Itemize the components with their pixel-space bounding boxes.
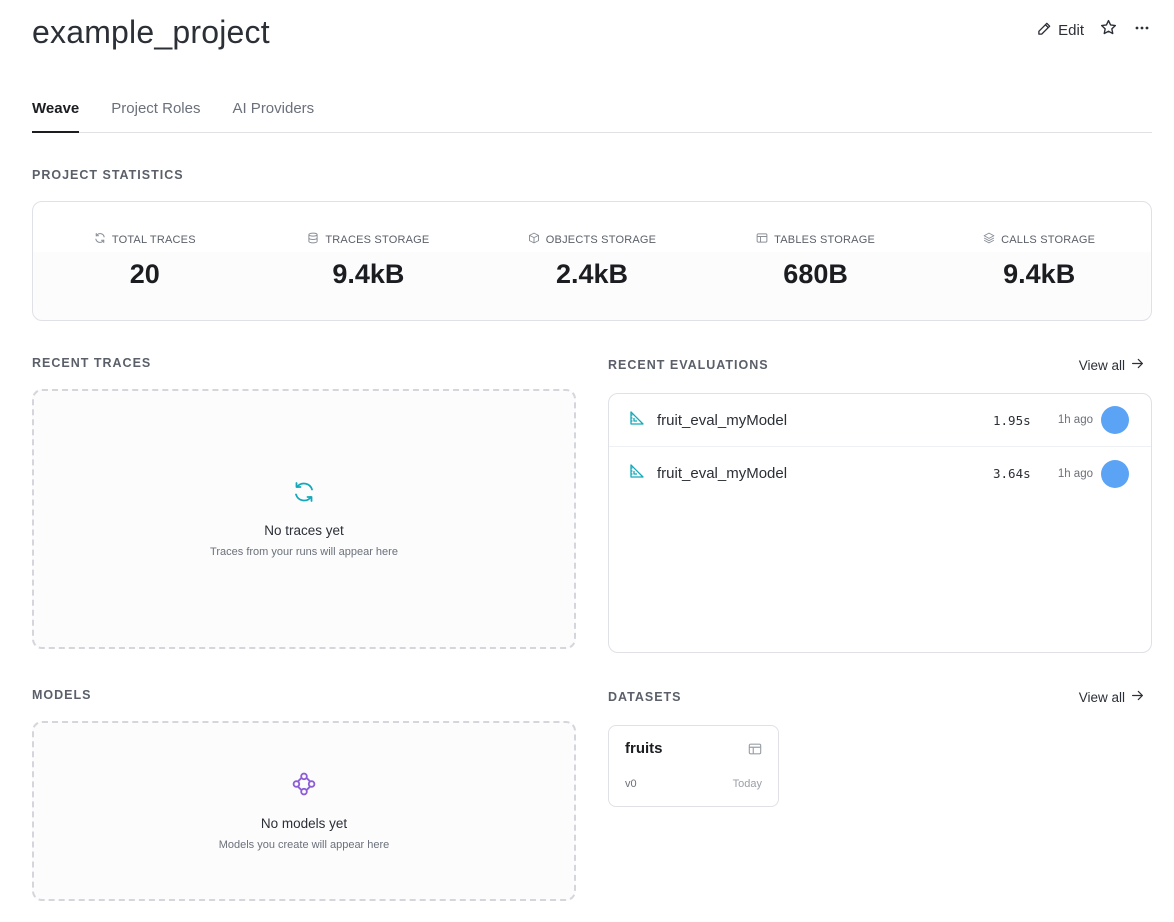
tab-weave[interactable]: Weave — [32, 100, 80, 133]
recent-traces-heading: RECENT TRACES — [32, 356, 152, 370]
models-heading: MODELS — [32, 688, 92, 702]
avatar — [1101, 406, 1129, 434]
stat-calls-storage: CALLS STORAGE 9.4kB — [927, 202, 1151, 320]
edit-label: Edit — [1058, 21, 1084, 39]
tab-project-roles[interactable]: Project Roles — [111, 100, 200, 132]
project-statistics-card: TOTAL TRACES 20 TRACES STORAGE 9.4kB OBJ… — [32, 201, 1152, 321]
models-empty-state: No models yet Models you create will app… — [32, 721, 576, 901]
stat-label: TABLES STORAGE — [774, 233, 875, 246]
evaluation-time: 1h ago — [1057, 467, 1093, 480]
project-tabs: Weave Project Roles AI Providers — [32, 100, 1152, 133]
evaluation-icon — [629, 410, 645, 431]
evaluation-name: fruit_eval_myModel — [657, 411, 788, 429]
cube-icon — [528, 232, 540, 247]
stat-value: 680B — [783, 259, 848, 289]
empty-title: No models yet — [260, 816, 348, 831]
recent-evaluations-list: fruit_eval_myModel 1.95s 1h ago fruit_ev… — [608, 393, 1152, 653]
table-icon — [756, 232, 768, 247]
layers-icon — [983, 232, 995, 247]
evaluation-row[interactable]: fruit_eval_myModel 3.64s 1h ago — [609, 447, 1151, 500]
view-all-label: View all — [1078, 357, 1125, 373]
refresh-icon — [94, 232, 106, 247]
model-icon — [291, 771, 317, 802]
stat-label: CALLS STORAGE — [1001, 233, 1096, 246]
evaluation-row[interactable]: fruit_eval_myModel 1.95s 1h ago — [609, 394, 1151, 447]
dataset-version: v0 — [625, 778, 637, 790]
star-icon — [1100, 19, 1117, 41]
stat-label: TOTAL TRACES — [111, 233, 196, 246]
dataset-date: Today — [732, 778, 762, 790]
recent-traces-empty-state: No traces yet Traces from your runs will… — [32, 389, 576, 649]
evaluation-duration: 3.64s — [993, 466, 1031, 481]
table-icon — [748, 742, 762, 761]
arrow-right-icon — [1131, 689, 1144, 705]
evaluation-duration: 1.95s — [993, 412, 1031, 428]
evaluation-name: fruit_eval_myModel — [657, 465, 788, 482]
refresh-icon — [292, 480, 316, 509]
stat-value: 20 — [129, 259, 160, 289]
arrow-right-icon — [1131, 357, 1144, 373]
pencil-icon — [1037, 21, 1052, 40]
dataset-name: fruits — [625, 740, 663, 757]
stat-label: TRACES STORAGE — [325, 233, 430, 246]
datasets-heading: DATASETS — [608, 690, 682, 704]
header-actions: Edit — [1037, 19, 1152, 41]
dataset-card[interactable]: fruits v0 Today — [608, 725, 779, 807]
more-horizontal-icon — [1134, 20, 1150, 41]
stat-objects-storage: OBJECTS STORAGE 2.4kB — [480, 202, 704, 320]
empty-title: No traces yet — [264, 523, 344, 538]
view-all-label: View all — [1078, 689, 1125, 705]
more-options-button[interactable] — [1132, 20, 1152, 40]
stat-value: 9.4kB — [332, 259, 405, 289]
view-all-datasets-link[interactable]: View all — [1079, 689, 1144, 705]
stat-value: 2.4kB — [555, 259, 629, 289]
view-all-evaluations-link[interactable]: View all — [1079, 357, 1144, 373]
evaluation-icon — [629, 463, 645, 484]
evaluation-time: 1h ago — [1057, 414, 1093, 426]
avatar — [1101, 459, 1129, 488]
stat-tables-storage: TABLES STORAGE 680B — [704, 202, 928, 320]
stat-traces-storage: TRACES STORAGE 9.4kB — [257, 202, 481, 320]
project-statistics-heading: PROJECT STATISTICS — [32, 168, 184, 182]
database-icon — [307, 232, 319, 247]
empty-subtitle: Models you create will appear here — [218, 839, 390, 851]
stat-value: 9.4kB — [1003, 259, 1076, 289]
edit-button[interactable]: Edit — [1037, 21, 1084, 40]
tab-ai-providers[interactable]: AI Providers — [232, 100, 314, 132]
empty-subtitle: Traces from your runs will appear here — [210, 546, 398, 558]
stat-label: OBJECTS STORAGE — [545, 233, 657, 246]
star-button[interactable] — [1098, 19, 1118, 41]
stat-total-traces: TOTAL TRACES 20 — [33, 202, 257, 320]
page-title: example_project — [32, 14, 270, 50]
recent-evaluations-heading: RECENT EVALUATIONS — [608, 358, 769, 372]
